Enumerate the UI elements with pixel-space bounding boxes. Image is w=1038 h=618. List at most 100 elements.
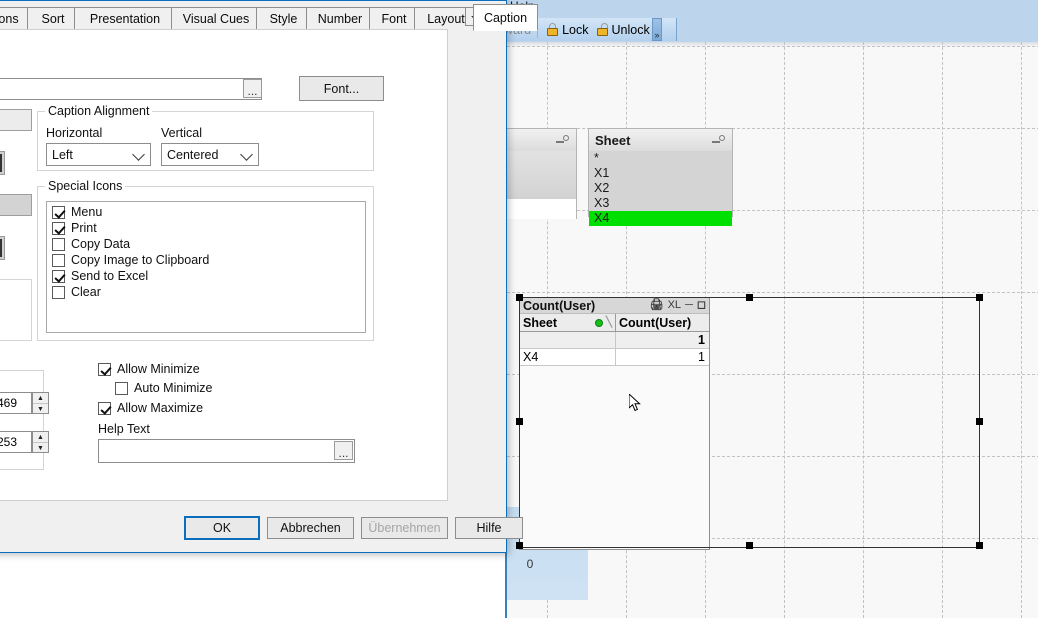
tab-label: Presentation (89, 11, 161, 26)
height-input[interactable]: 253 (0, 431, 32, 453)
key-icon[interactable] (712, 134, 726, 146)
list-item-selected[interactable]: X4 (589, 211, 732, 226)
resize-handle-nw[interactable] (516, 294, 523, 301)
table-row[interactable]: X4 1 (520, 349, 709, 366)
size-group (0, 370, 44, 470)
inactive-caption-color-bar[interactable] (0, 194, 32, 216)
mouse-cursor (629, 394, 641, 412)
height-stepper-up[interactable]: ▲ (33, 432, 48, 442)
cancel-button-label: Abbrechen (280, 521, 341, 535)
font-button[interactable]: Font... (299, 76, 384, 101)
dialog-tabstrip: ons Sort Presentation Visual Cues Style … (0, 3, 538, 31)
sort-icon[interactable]: ╲ (606, 317, 612, 328)
height-stepper-down[interactable]: ▼ (33, 442, 48, 453)
pivot-caption[interactable]: Count(User) 🖨 XL ─ ◻ (520, 298, 709, 314)
width-stepper-up[interactable]: ▲ (33, 393, 48, 403)
tab-label: Layout (427, 11, 465, 26)
pivot-table-object[interactable]: Count(User) 🖨 XL ─ ◻ Sheet ╲ Count(User)… (519, 297, 710, 550)
resize-handle-sw[interactable] (516, 542, 523, 549)
toolbar-overflow-handle[interactable]: » (652, 18, 662, 41)
checkbox-auto-minimize[interactable]: Auto Minimize (115, 381, 213, 395)
lock-button[interactable]: Lock (544, 22, 590, 38)
resize-handle-ne[interactable] (976, 294, 983, 301)
listbox-sheet-caption[interactable]: Sheet (589, 129, 732, 151)
unlock-button-label: Unlock (611, 22, 650, 37)
key-icon[interactable] (556, 134, 570, 146)
active-text-color-swatch[interactable] (0, 151, 5, 175)
checkbox-box (52, 221, 65, 235)
checkbox-copy-data[interactable]: Copy Data (52, 237, 130, 251)
help-text-browse-button[interactable]: ... (334, 441, 353, 460)
table-row[interactable]: 1 (520, 332, 709, 349)
width-stepper[interactable]: ▲ ▼ (32, 392, 49, 414)
print-icon[interactable]: 🖨 (650, 300, 664, 311)
checkbox-label: Send to Excel (71, 269, 149, 283)
horizontal-alignment-select[interactable]: Left (46, 143, 151, 166)
list-item[interactable]: X2 (589, 181, 732, 196)
ok-button[interactable]: OK (184, 516, 260, 540)
list-item[interactable]: X3 (589, 196, 732, 211)
listbox-hidden[interactable] (507, 128, 577, 219)
resize-handle-s[interactable] (746, 542, 753, 549)
lock-button-label: Lock (562, 22, 589, 37)
dialog-button-bar: OK Abbrechen Übernehmen Hilfe (0, 505, 523, 552)
resize-handle-se[interactable] (976, 542, 983, 549)
pivot-column-header[interactable]: Count(User) (616, 314, 709, 331)
listbox-hidden-blankrow[interactable] (507, 199, 576, 219)
vertical-alignment-select[interactable]: Centered (161, 143, 259, 166)
checkbox-print[interactable]: Print (52, 221, 97, 235)
checkbox-menu[interactable]: Menu (52, 205, 102, 219)
help-text-input[interactable] (98, 439, 355, 463)
checkbox-allow-minimize[interactable]: Allow Minimize (98, 362, 200, 376)
resize-handle-w[interactable] (516, 418, 523, 425)
cancel-button[interactable]: Abbrechen (267, 517, 354, 539)
pivot-column-header-label: Count(User) (619, 315, 692, 330)
unlock-icon (596, 23, 609, 36)
checkbox-label: Copy Data (71, 237, 131, 251)
listbox-hidden-caption[interactable] (507, 129, 576, 151)
tab-style[interactable]: Style (256, 7, 311, 29)
properties-dialog[interactable]: ons Sort Presentation Visual Cues Style … (0, 0, 538, 553)
active-caption-color-bar[interactable] (0, 109, 32, 131)
listbox-sheet[interactable]: Sheet * X1 X2 X3 X4 (588, 128, 733, 226)
listbox-hidden-rows[interactable] (507, 151, 576, 199)
checkbox-box (115, 381, 128, 395)
checkbox-box (52, 253, 65, 267)
width-input[interactable]: 469 (0, 392, 32, 414)
height-stepper[interactable]: ▲ ▼ (32, 431, 49, 453)
horizontal-alignment-value: Left (52, 147, 73, 162)
tab-presentation[interactable]: Presentation (74, 7, 176, 29)
checkbox-box (98, 362, 111, 376)
checkbox-label: Clear (71, 285, 101, 299)
toolbar: ward Lock Unlock » (500, 16, 1038, 42)
minimize-icon[interactable]: ─ (685, 300, 693, 311)
inactive-text-color-swatch[interactable] (0, 236, 5, 260)
unlock-button[interactable]: Unlock (594, 22, 652, 38)
tab-sort[interactable]: Sort (27, 7, 79, 29)
checkbox-box (52, 269, 65, 283)
checkbox-clear[interactable]: Clear (52, 285, 101, 299)
tab-caption[interactable]: Caption (473, 4, 538, 31)
excel-icon[interactable]: XL (668, 300, 681, 311)
tab-font[interactable]: Font (369, 7, 419, 29)
tab-label: Sort (41, 11, 65, 26)
checkbox-allow-maximize[interactable]: Allow Maximize (98, 401, 203, 415)
caption-text-input[interactable] (0, 78, 262, 100)
resize-handle-e[interactable] (976, 418, 983, 425)
checkbox-box (52, 205, 65, 219)
checkbox-copy-image-to-clipboard[interactable]: Copy Image to Clipboard (52, 253, 209, 267)
help-button[interactable]: Hilfe (455, 517, 523, 539)
resize-handle-n[interactable] (746, 294, 753, 301)
tab-number[interactable]: Number (306, 7, 374, 29)
tab-visual-cues[interactable]: Visual Cues (171, 7, 261, 29)
maximize-icon[interactable]: ◻ (697, 300, 706, 311)
width-stepper-down[interactable]: ▼ (33, 403, 48, 414)
special-icons-group-title: Special Icons (45, 179, 126, 193)
list-item[interactable]: * (589, 151, 732, 166)
pivot-column-header[interactable]: Sheet ╲ (520, 314, 616, 331)
checkbox-send-to-excel[interactable]: Send to Excel (52, 269, 148, 283)
list-item[interactable]: X1 (589, 166, 732, 181)
caption-text-browse-button[interactable]: ... (243, 79, 262, 98)
apply-button: Übernehmen (361, 517, 448, 539)
menu-bar: Help (505, 0, 1038, 16)
